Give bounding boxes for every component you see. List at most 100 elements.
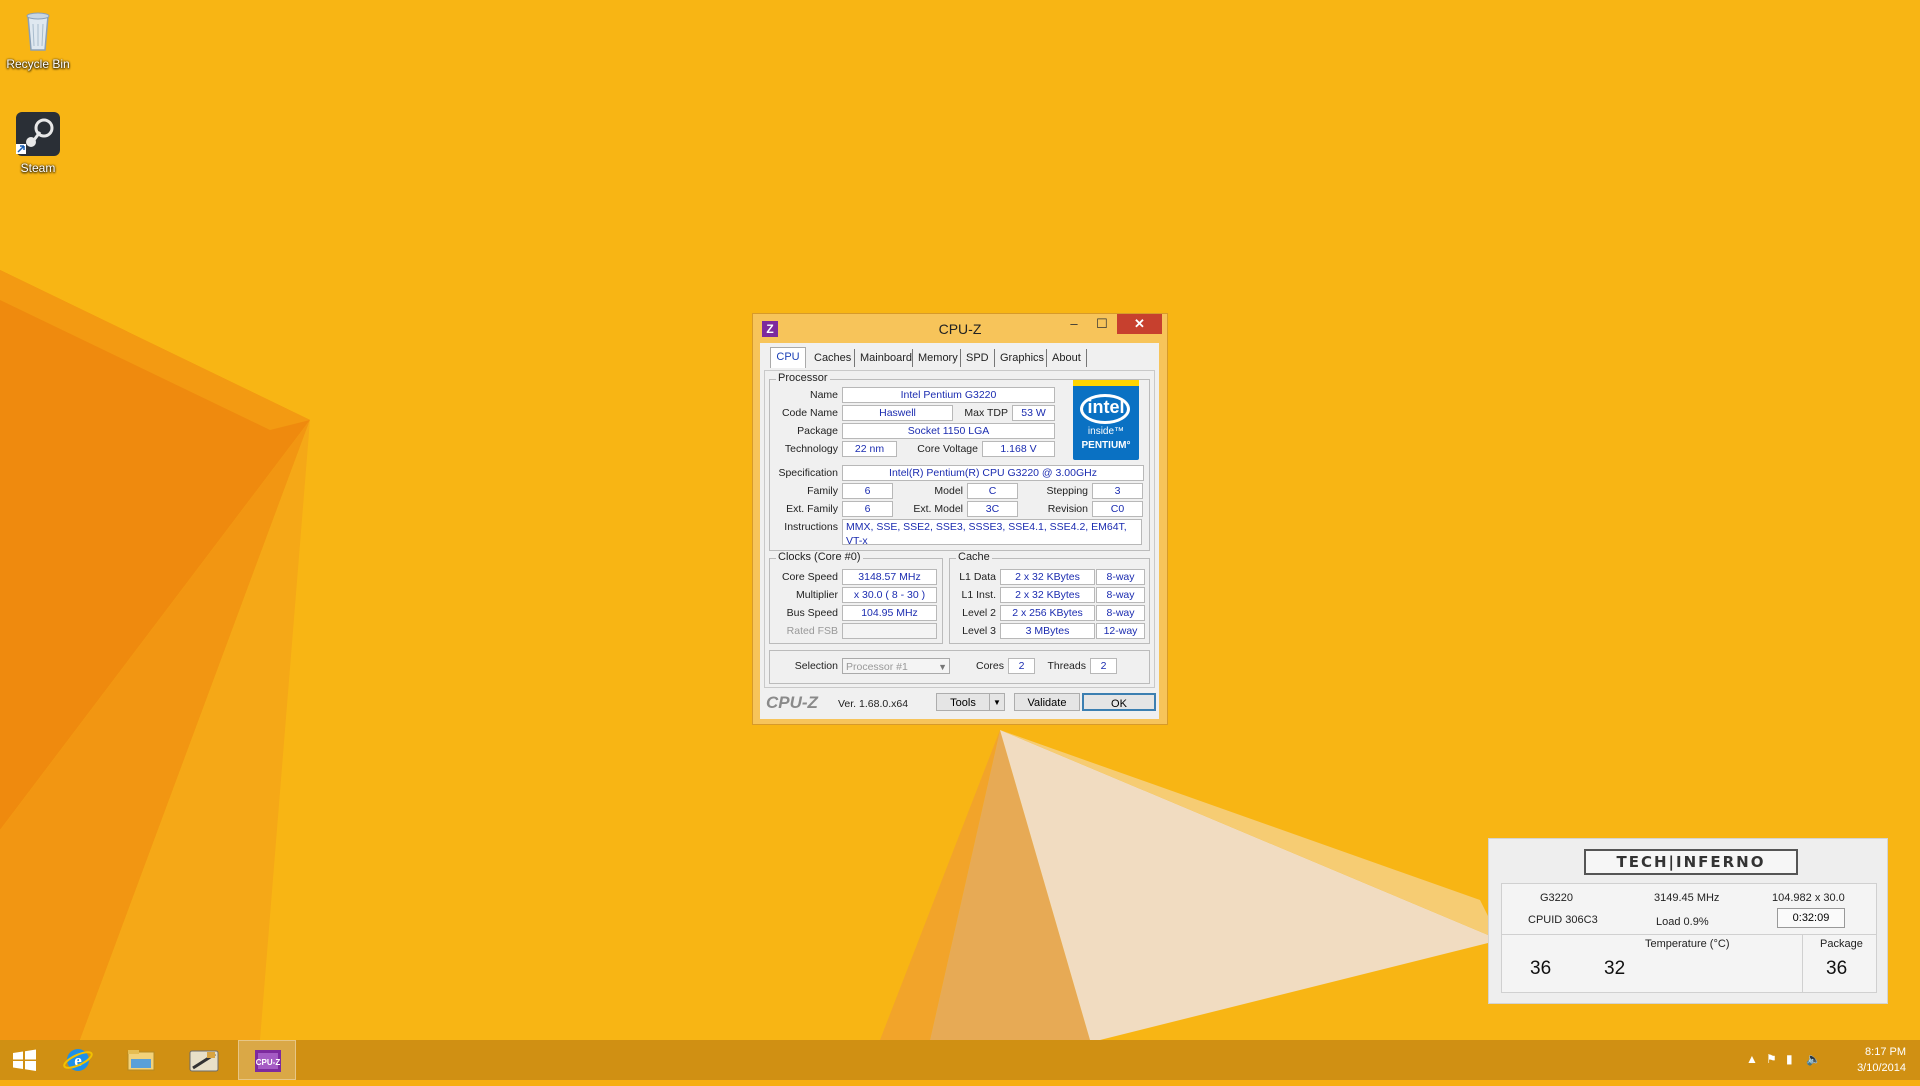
codename-label: Code Name <box>781 407 838 419</box>
technology-label: Technology <box>784 443 838 455</box>
instructions-value: MMX, SSE, SSE2, SSE3, SSSE3, SSE4.1, SSE… <box>842 519 1142 545</box>
family-value: 6 <box>842 483 893 499</box>
corevoltage-label: Core Voltage <box>917 443 978 455</box>
busspeed-value: 104.95 MHz <box>842 605 937 621</box>
extmodel-value: 3C <box>967 501 1018 517</box>
minimize-button[interactable]: – <box>1061 314 1087 334</box>
version-text: Ver. 1.68.0.x64 <box>838 698 909 710</box>
threads-label: Threads <box>1047 660 1086 672</box>
cache-row-assoc: 8-way <box>1096 569 1145 585</box>
cpu-load: Load 0.9% <box>1656 916 1709 928</box>
corespeed-label: Core Speed <box>781 571 838 583</box>
tab-spd[interactable]: SPD <box>966 349 995 367</box>
processor-select[interactable]: Processor #1 ▼ <box>842 658 950 674</box>
stepping-value: 3 <box>1092 483 1143 499</box>
timer-box: 0:32:09 <box>1777 908 1845 928</box>
logo-brand: PENTIUM° <box>1081 440 1131 451</box>
tab-caches[interactable]: Caches <box>814 349 855 367</box>
tab-mainboard[interactable]: Mainboard <box>860 349 913 367</box>
action-center-flag-icon[interactable]: ⚑ <box>1766 1052 1777 1066</box>
cache-row-label: L1 Data <box>959 571 996 583</box>
extmodel-label: Ext. Model <box>913 503 963 515</box>
windows-logo-icon <box>13 1049 36 1071</box>
tools-button[interactable]: Tools <box>936 693 990 711</box>
cache-row-assoc: 8-way <box>1096 587 1145 603</box>
busspeed-label: Bus Speed <box>786 607 838 619</box>
taskbar-tool-app[interactable] <box>175 1040 233 1080</box>
logo-word: intel <box>1087 397 1125 417</box>
cache-row-size: 2 x 256 KBytes <box>1000 605 1095 621</box>
package-label: Package <box>1820 938 1863 950</box>
name-label: Name <box>809 389 838 401</box>
volume-icon[interactable]: 🔈 <box>1806 1052 1821 1066</box>
corespeed-value: 3148.57 MHz <box>842 569 937 585</box>
widget-body: G3220 3149.45 MHz 104.982 x 30.0 CPUID 3… <box>1501 883 1877 993</box>
cores-label: Cores <box>975 660 1004 672</box>
maximize-button[interactable]: ☐ <box>1089 314 1115 334</box>
threads-value: 2 <box>1090 658 1117 674</box>
cpu-z-taskbar-icon: CPU-Z <box>255 1050 281 1072</box>
taskbar-internet-explorer[interactable]: e <box>49 1040 107 1080</box>
cache-row-label: Level 3 <box>962 625 996 637</box>
network-icon[interactable]: ▮ <box>1786 1052 1793 1066</box>
taskbar-file-explorer[interactable] <box>112 1040 170 1080</box>
tool-app-icon <box>189 1050 219 1072</box>
maxtdp-label: Max TDP <box>964 407 1008 419</box>
chevron-down-icon: ▼ <box>938 662 947 672</box>
titlebar[interactable]: Z CPU-Z – ☐ ✕ <box>753 314 1167 342</box>
close-button[interactable]: ✕ <box>1117 314 1162 334</box>
specification-value: Intel(R) Pentium(R) CPU G3220 @ 3.00GHz <box>842 465 1144 481</box>
cache-row-assoc: 12-way <box>1096 623 1145 639</box>
tab-memory[interactable]: Memory <box>918 349 961 367</box>
temperature-label: Temperature (°C) <box>1645 938 1730 950</box>
cache-row-size: 3 MBytes <box>1000 623 1095 639</box>
intel-pentium-logo: intel inside™ PENTIUM° <box>1073 380 1139 460</box>
cache-row-assoc: 8-way <box>1096 605 1145 621</box>
cache-group-label: Cache <box>956 551 992 563</box>
core1-temp: 32 <box>1604 958 1626 979</box>
show-hidden-icons-chevron-icon[interactable]: ▲ <box>1746 1052 1758 1066</box>
bus-multiplier: 104.982 x 30.0 <box>1772 892 1845 904</box>
cpuz-window: Z CPU-Z – ☐ ✕ CPU Caches Mainboard Memor… <box>752 313 1168 725</box>
footer-bar: CPU-Z Ver. 1.68.0.x64 Tools ▼ Validate O… <box>760 689 1159 719</box>
technology-value: 22 nm <box>842 441 897 457</box>
corevoltage-value: 1.168 V <box>982 441 1055 457</box>
tab-about[interactable]: About <box>1052 349 1087 367</box>
desktop-icon-label: Recycle Bin <box>6 57 70 71</box>
taskbar: e CPU-Z ▲ ⚑ ▮ 🔈 8:17 PM 3/10/2014 <box>0 1040 1920 1080</box>
cpu-tab-panel: Processor Name Intel Pentium G3220 Code … <box>764 370 1155 688</box>
start-button[interactable] <box>0 1040 48 1080</box>
cache-row-size: 2 x 32 KBytes <box>1000 587 1095 603</box>
processor-select-value: Processor #1 <box>846 661 908 673</box>
desktop-icon-steam[interactable]: Steam <box>0 110 76 175</box>
clock[interactable]: 8:17 PM 3/10/2014 <box>1857 1044 1906 1076</box>
recycle-bin-icon <box>14 6 62 54</box>
internet-explorer-icon: e <box>63 1049 93 1071</box>
tools-dropdown-arrow-icon[interactable]: ▼ <box>989 693 1005 711</box>
clock-time: 8:17 PM <box>1865 1046 1906 1058</box>
divider <box>1502 934 1876 935</box>
cache-row-label: L1 Inst. <box>961 589 996 601</box>
cpu-model: G3220 <box>1540 892 1574 904</box>
tab-cpu[interactable]: CPU <box>770 347 806 368</box>
revision-value: C0 <box>1092 501 1143 517</box>
multiplier-label: Multiplier <box>795 589 838 601</box>
name-value: Intel Pentium G3220 <box>842 387 1055 403</box>
multiplier-value: x 30.0 ( 8 - 30 ) <box>842 587 937 603</box>
steam-icon <box>14 110 62 158</box>
logo-inside: inside™ <box>1087 426 1125 437</box>
client-area: CPU Caches Mainboard Memory SPD Graphics… <box>760 343 1159 719</box>
ratedfsb-value <box>842 623 937 639</box>
cpu-frequency: 3149.45 MHz <box>1654 892 1720 904</box>
file-explorer-icon <box>127 1050 155 1071</box>
extfamily-value: 6 <box>842 501 893 517</box>
clocks-group-label: Clocks (Core #0) <box>776 551 863 563</box>
ok-button[interactable]: OK <box>1082 693 1156 711</box>
tab-graphics[interactable]: Graphics <box>1000 349 1047 367</box>
model-label: Model <box>934 485 963 497</box>
cpuz-brand: CPU-Z <box>766 693 818 712</box>
desktop-icon-recycle-bin[interactable]: Recycle Bin <box>0 6 76 71</box>
validate-button[interactable]: Validate <box>1014 693 1080 711</box>
cpuid: CPUID 306C3 <box>1528 914 1598 926</box>
taskbar-cpu-z[interactable]: CPU-Z <box>238 1040 296 1080</box>
